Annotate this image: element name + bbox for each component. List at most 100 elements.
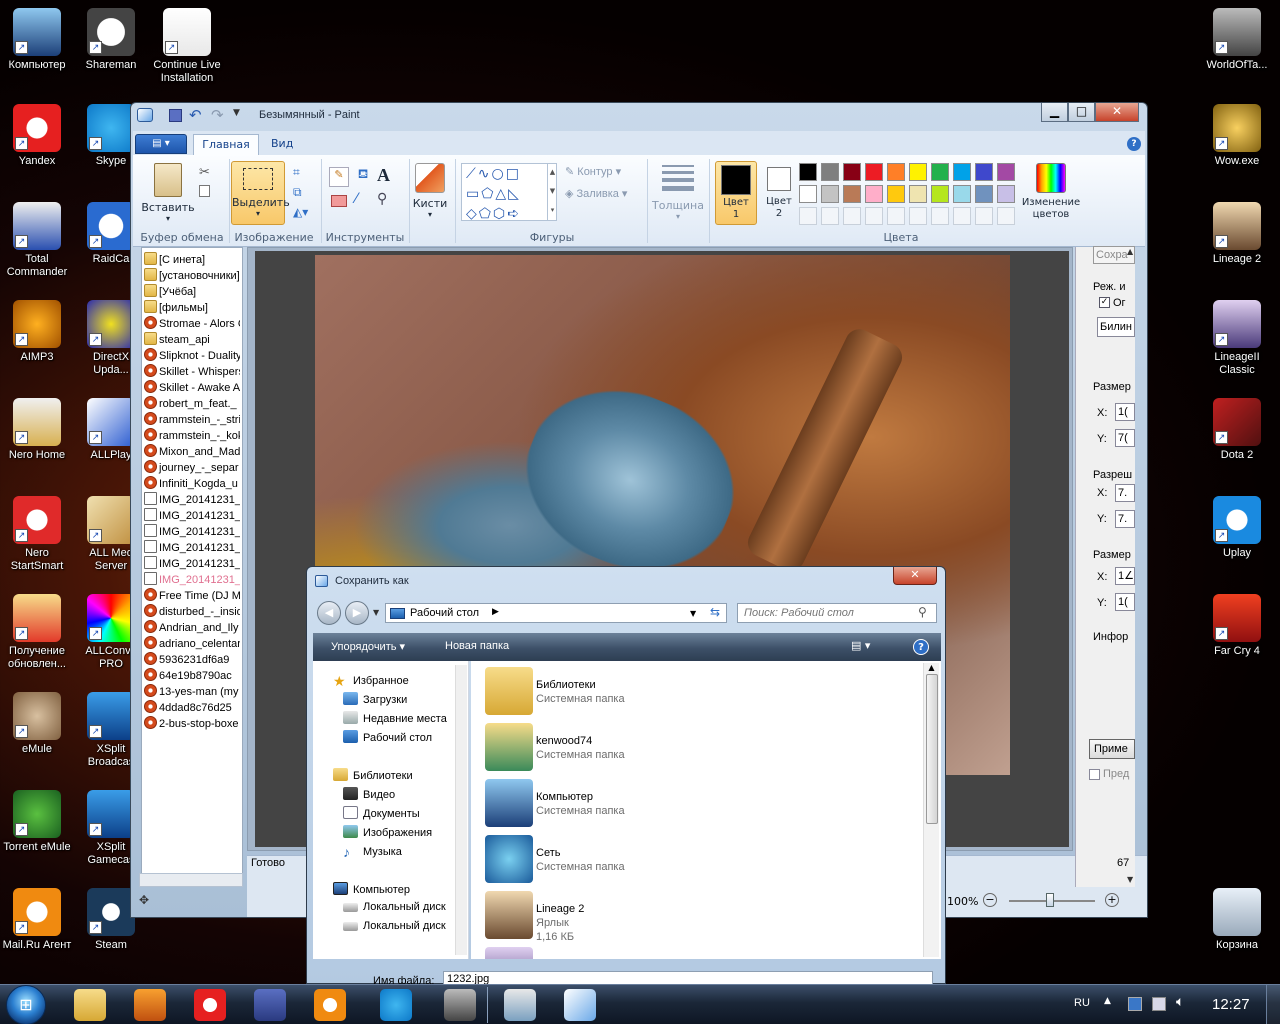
text-icon[interactable]: A [377, 165, 390, 186]
desktop-icon-emule[interactable]: ↗ eMule [0, 692, 74, 756]
taskbar-button-explorer[interactable] [62, 987, 118, 1023]
file-list-item[interactable]: rammstein_-_kok [144, 428, 240, 444]
palette-swatch[interactable] [799, 185, 817, 203]
show-desktop-button[interactable] [1266, 985, 1280, 1024]
desktop-icon-farcry4[interactable]: ↗ Far Cry 4 [1200, 594, 1274, 658]
fill-shape-button[interactable]: ◈ Заливка ▾ [565, 187, 627, 200]
address-bar[interactable]: Рабочий стол ▶ ▼ ⇆ [385, 603, 727, 623]
palette-swatch[interactable] [865, 163, 883, 181]
file-list-item[interactable]: IMG_20141231_ [144, 572, 240, 588]
file-list-item[interactable]: IMG_20141231_ [144, 492, 240, 508]
fill-icon[interactable]: ⛾ [353, 167, 373, 187]
file-pane-scrollbar[interactable]: ▲ [923, 663, 939, 957]
tab-view[interactable]: Вид [271, 137, 293, 150]
dialog-file-item[interactable]: Библиотеки Системная папка [485, 667, 905, 721]
clock[interactable]: 12:27 [1212, 996, 1250, 1013]
palette-empty-swatch[interactable] [931, 207, 949, 225]
taskbar-button-photo-viewer[interactable] [492, 987, 548, 1023]
apply-button[interactable]: Приме [1089, 739, 1135, 759]
tray-expand-icon[interactable]: ▲ [1104, 996, 1111, 1006]
palette-swatch[interactable] [887, 185, 905, 203]
nav-computer[interactable]: Компьютер [333, 882, 410, 896]
desktop-icon-lineage2-classic[interactable]: ↗ LineageII Classic [1200, 300, 1274, 377]
dialog-file-item[interactable]: Lineage 2 Ярлык 1,16 КБ [485, 891, 905, 945]
brushes-button[interactable]: Кисти ▾ [411, 161, 449, 225]
desktop-icon-torrent-emule[interactable]: ↗ Torrent eMule [0, 790, 74, 854]
desktop-icon-document[interactable]: ↗ Continue Live Installation [150, 8, 224, 85]
palette-empty-swatch[interactable] [821, 207, 839, 225]
nav-pictures[interactable]: Изображения [343, 825, 432, 839]
redo-icon[interactable]: ↷ [211, 106, 224, 124]
search-input[interactable] [738, 604, 908, 622]
nav-favorites[interactable]: ★ Избранное [333, 673, 409, 689]
crop-icon[interactable]: ⌗ [293, 165, 300, 180]
nav-local-disk-2[interactable]: Локальный диск [343, 920, 446, 932]
file-list-item[interactable]: Stromae - Alors On Danse [144, 316, 240, 332]
desktop-icon-world-of-tanks[interactable]: ↗ WorldOfTa... [1200, 8, 1274, 72]
taskbar-button-skype[interactable] [368, 987, 424, 1023]
desktop-icon-shareman[interactable]: ↗ Shareman [74, 8, 148, 72]
file-list-item[interactable]: 2-bus-stop-boxe [144, 716, 240, 732]
file-list-item[interactable]: Slipknot - Duality [144, 348, 240, 364]
cut-icon[interactable]: ✂ [199, 165, 210, 180]
filename-input[interactable]: 1232.jpg [443, 971, 933, 985]
dialog-file-item[interactable]: Компьютер Системная папка [485, 779, 905, 833]
close-button[interactable]: ✕ [1095, 103, 1139, 122]
taskbar-button-media-player[interactable] [122, 987, 178, 1023]
palette-swatch[interactable] [909, 185, 927, 203]
color2-button[interactable]: Цвет 2 [761, 161, 797, 225]
view-options-icon[interactable]: ▤ ▾ [851, 639, 870, 652]
desktop-icon-uplay[interactable]: ↗ Uplay [1200, 496, 1274, 560]
nav-local-disk-1[interactable]: Локальный диск [343, 901, 446, 913]
size-y-input[interactable]: 7( [1115, 429, 1135, 447]
file-list-item[interactable]: 13-yes-man (my [144, 684, 240, 700]
res-x-input[interactable]: 7. [1115, 484, 1135, 502]
mode-checkbox[interactable]: ✓ [1099, 297, 1110, 308]
file-list-hscroll[interactable] [139, 873, 243, 887]
outline-button[interactable]: ✎ Контур ▾ [565, 165, 621, 178]
palette-empty-swatch[interactable] [953, 207, 971, 225]
edit-colors-button[interactable]: Изменение цветов [1017, 161, 1085, 225]
palette-swatch[interactable] [821, 163, 839, 181]
palette-swatch[interactable] [953, 163, 971, 181]
palette-swatch[interactable] [799, 163, 817, 181]
palette-swatch[interactable] [865, 185, 883, 203]
refresh-icon[interactable]: ⇆ [710, 605, 720, 619]
rotate-icon[interactable]: ◭▾ [293, 205, 308, 219]
picker-icon[interactable]: ⁄ [355, 191, 357, 207]
size-button[interactable]: Толщина ▾ [651, 161, 705, 225]
palette-swatch[interactable] [975, 185, 993, 203]
paste-button[interactable]: Вставить ▾ [139, 161, 197, 227]
file-list-item[interactable]: [С инета] [144, 252, 240, 268]
taskbar-button-paint[interactable] [552, 987, 608, 1023]
file-list-item[interactable]: adriano_celentar [144, 636, 240, 652]
nav-video[interactable]: Видео [343, 787, 395, 801]
desktop-icon-mailru-agent[interactable]: ↗ Mail.Ru Агент [0, 888, 74, 952]
file-list-item[interactable]: 4ddad8c76d25 [144, 700, 240, 716]
action-center-tray-icon[interactable] [1152, 997, 1166, 1011]
res-y-input[interactable]: 7. [1115, 510, 1135, 528]
palette-swatch[interactable] [843, 185, 861, 203]
desktop-icon-total-commander[interactable]: ↗ Total Commander [0, 202, 74, 279]
file-list-item[interactable]: IMG_20141231_ [144, 524, 240, 540]
taskbar-button-mailru-agent[interactable] [302, 987, 358, 1023]
tab-home[interactable]: Главная [193, 134, 259, 156]
nav-downloads[interactable]: Загрузки [343, 692, 407, 706]
palette-swatch[interactable] [997, 163, 1015, 181]
palette-swatch[interactable] [997, 185, 1015, 203]
palette-empty-swatch[interactable] [799, 207, 817, 225]
file-list-item[interactable]: robert_m_feat._ [144, 396, 240, 412]
scroll-up-icon[interactable]: ▲ [924, 663, 939, 672]
desktop-icon-lineage2[interactable]: ↗ Lineage 2 [1200, 202, 1274, 266]
taskbar-button-save-disk[interactable] [242, 987, 298, 1023]
desktop-icon-dota2[interactable]: ↗ Dota 2 [1200, 398, 1274, 462]
nav-music[interactable]: ♪ Музыка [343, 844, 402, 860]
dialog-file-item[interactable]: Lineage II Classic [485, 947, 905, 959]
language-indicator[interactable]: RU [1074, 997, 1090, 1009]
file-list-item[interactable]: Infiniti_Kogda_u [144, 476, 240, 492]
size2-x-input[interactable]: 1∠ [1115, 567, 1135, 585]
palette-empty-swatch[interactable] [887, 207, 905, 225]
palette-empty-swatch[interactable] [997, 207, 1015, 225]
file-list-item[interactable]: Free Time (DJ Ma [144, 588, 240, 604]
file-list-item[interactable]: disturbed_-_insid [144, 604, 240, 620]
